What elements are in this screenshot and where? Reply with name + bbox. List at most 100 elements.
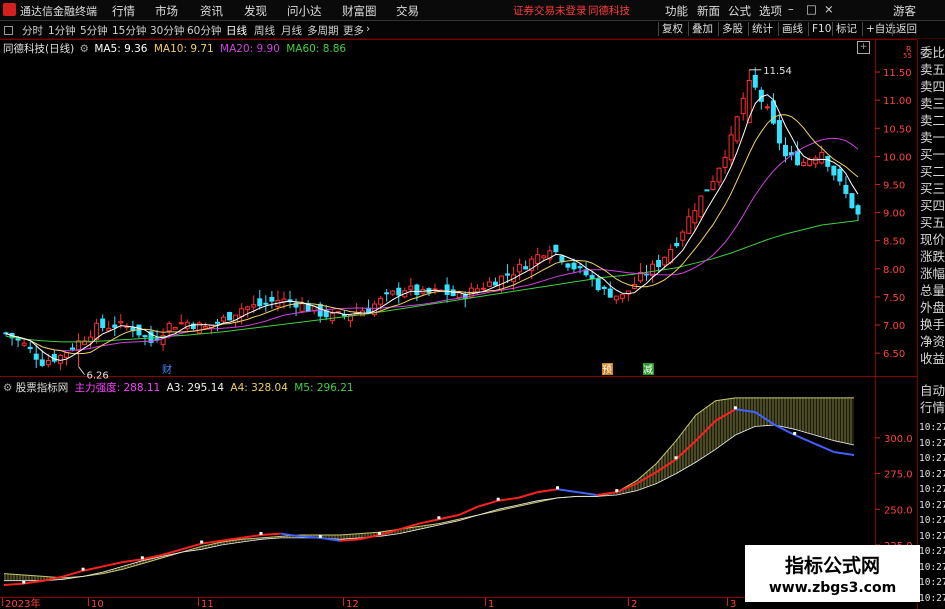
- candle-body: [100, 318, 106, 329]
- indicator-main-segment: [23, 579, 44, 585]
- quote-label: 净资: [920, 334, 945, 349]
- event-mark-yu[interactable]: 预: [602, 364, 612, 376]
- price-tick-label: 10.00: [883, 152, 912, 163]
- indicator-dot: [496, 497, 500, 501]
- candle-body: [656, 259, 662, 268]
- indicator-gear-icon[interactable]: ⚙: [3, 382, 12, 394]
- candle-body: [299, 303, 305, 312]
- candle-body: [432, 288, 438, 291]
- quote-label: 总量: [920, 283, 945, 298]
- indicator-dot: [615, 489, 619, 493]
- candle-body: [21, 342, 27, 346]
- price-tick-label: 8.50: [883, 237, 905, 248]
- price-tick-label: 11.00: [883, 96, 912, 107]
- indicator-main-segment: [794, 434, 815, 445]
- indicator-dot: [378, 532, 382, 535]
- candle-body: [728, 134, 734, 161]
- candle-body: [45, 360, 51, 366]
- indicator-dot: [200, 540, 204, 544]
- price-tick-label: 9.50: [883, 180, 905, 191]
- candle-body: [813, 157, 819, 165]
- candle-body: [505, 273, 511, 276]
- candle-body: [166, 322, 172, 332]
- indicator-dot: [674, 456, 678, 460]
- candle-body: [680, 231, 686, 241]
- indicator-m5-label: M5: 296.21: [294, 382, 354, 394]
- event-mark-cai[interactable]: 财: [162, 363, 172, 376]
- quote-label: 买四: [920, 198, 945, 213]
- candle-body: [269, 296, 275, 302]
- candle-body: [831, 165, 837, 176]
- candle-body: [740, 97, 746, 115]
- main-candle-panel: 11.546.26财预减: [3, 66, 861, 382]
- tick-time: 10:27: [919, 468, 945, 480]
- tick-time: 10:27: [919, 422, 945, 433]
- candle-body: [662, 256, 668, 266]
- price-tick-label: 9.00: [883, 209, 905, 220]
- tick-time: 10:27: [919, 546, 945, 557]
- date-label: 10: [91, 599, 104, 609]
- indicator-a4-label: A4: 328.04: [230, 382, 288, 394]
- candle-body: [601, 286, 607, 289]
- date-label: 11: [201, 599, 214, 609]
- quote-label: 涨跌: [920, 249, 945, 264]
- quote-label: 换手: [920, 317, 945, 332]
- candle-body: [807, 159, 813, 166]
- candle-body: [329, 312, 335, 322]
- quote-label: 现价: [920, 232, 945, 247]
- price-tick-label: 7.50: [883, 293, 905, 304]
- candle-body: [15, 338, 21, 341]
- candle-body: [384, 292, 390, 295]
- indicator-dot: [22, 580, 26, 584]
- candle-body: [227, 311, 233, 321]
- candle-body: [553, 244, 559, 253]
- quote-label: 卖五: [920, 62, 945, 77]
- event-mark-jian[interactable]: 减: [643, 364, 653, 376]
- quote-label: 卖三: [920, 96, 945, 111]
- tick-time: 10:27: [919, 499, 945, 511]
- tick-tab-label[interactable]: 自动: [920, 384, 945, 398]
- indicator-dot: [259, 532, 263, 535]
- indicator-dot: [437, 516, 441, 520]
- indicator-panel: [3, 397, 855, 586]
- quote-label: 买一: [920, 147, 945, 162]
- tick-time: 10:27: [919, 515, 945, 526]
- candle-body: [33, 353, 39, 360]
- tick-time: 10:27: [919, 437, 945, 449]
- candle-body: [770, 100, 776, 124]
- candle-body: [142, 335, 148, 338]
- indicator-tick-label: 275.0: [884, 470, 913, 481]
- candle-body: [178, 322, 184, 325]
- indicator-dot: [733, 406, 737, 410]
- indicator-tick-label: 300.0: [884, 434, 913, 445]
- candle-body: [202, 326, 208, 329]
- candle-body: [396, 287, 402, 296]
- candle-body: [825, 156, 831, 167]
- tick-tab-label[interactable]: 行情: [920, 401, 945, 415]
- candle-body: [323, 310, 329, 318]
- price-tick-label: 6.50: [883, 349, 905, 360]
- candle-body: [239, 308, 245, 318]
- candle-body: [263, 302, 269, 305]
- candle-body: [795, 150, 801, 166]
- watermark: 指标公式网 www.zbgs3.com: [745, 545, 920, 602]
- indicator-main-segment: [557, 488, 578, 494]
- indicator-main-segment: [241, 534, 262, 539]
- indicator-tick-label: 250.0: [884, 505, 913, 516]
- indicator-main-segment: [63, 569, 84, 578]
- candle-body: [27, 346, 33, 350]
- tick-time: 10:27: [919, 530, 945, 542]
- tick-time: 10:27: [919, 577, 945, 588]
- candle-body: [577, 266, 583, 269]
- date-label: 2: [631, 599, 637, 609]
- candle-body: [704, 189, 710, 192]
- ratio-bottom-label: 55: [903, 52, 912, 60]
- candle-body: [801, 161, 807, 166]
- candle-body: [613, 295, 619, 301]
- candle-body: [57, 354, 63, 364]
- candle-body: [607, 288, 613, 298]
- candle-body: [245, 306, 251, 311]
- candle-body: [710, 181, 716, 191]
- candle-body: [172, 326, 178, 330]
- candle-body: [843, 184, 849, 194]
